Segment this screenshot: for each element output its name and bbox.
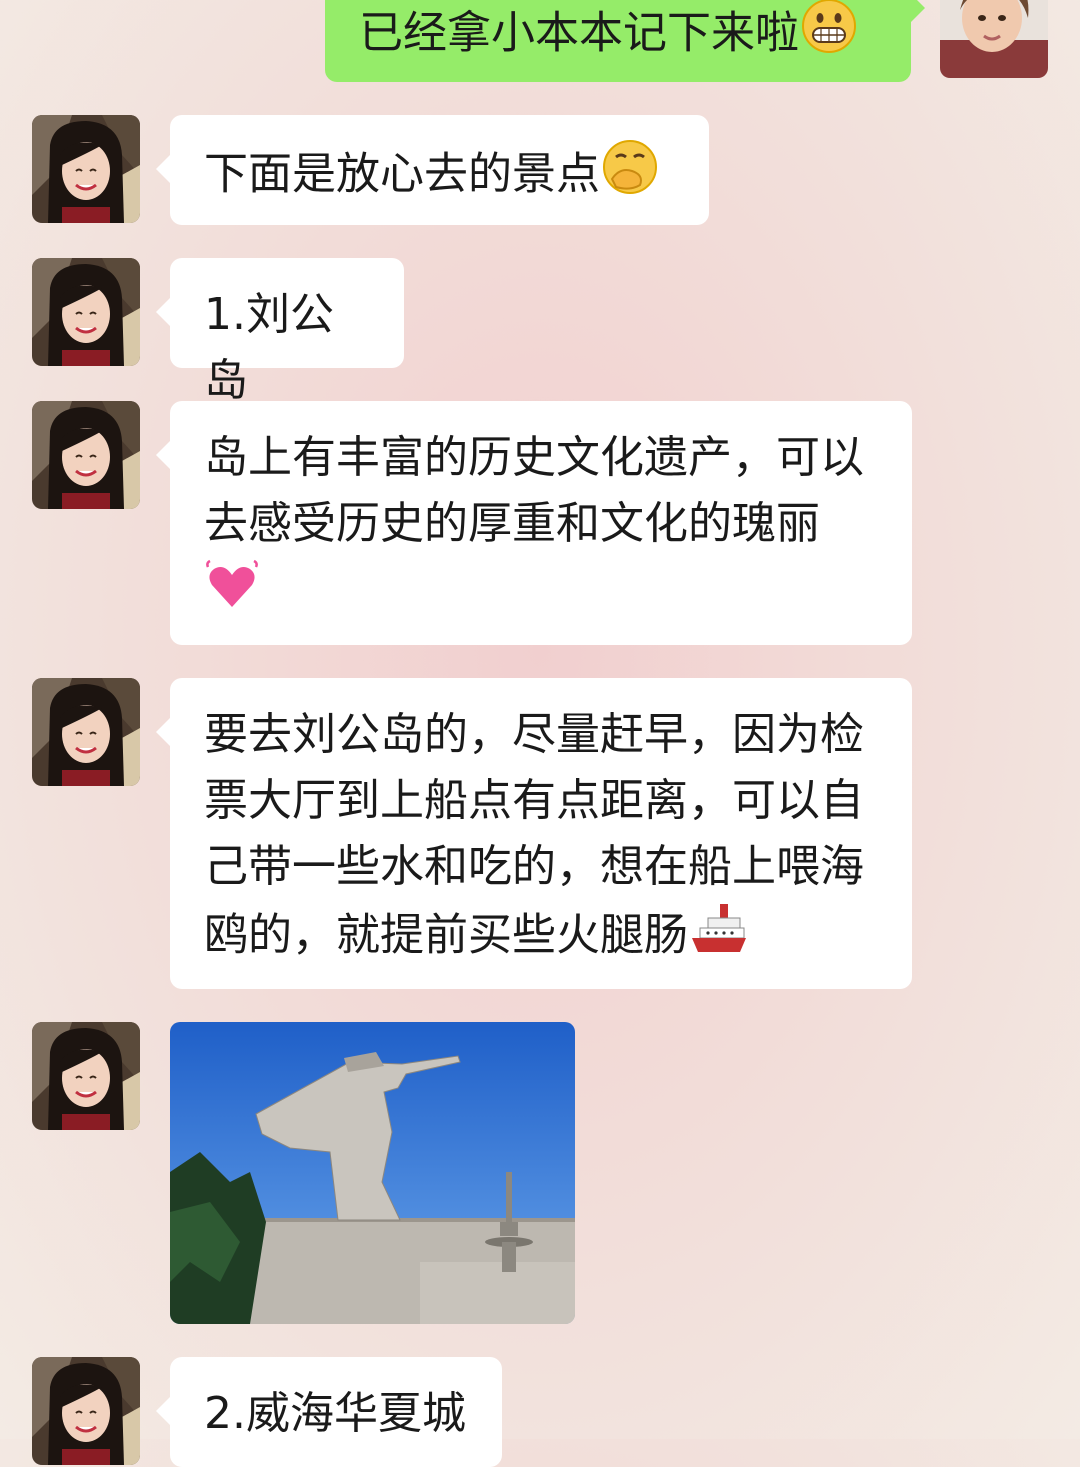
received-message-bubble[interactable]: 岛上有丰富的历史文化遗产，可以去感受历史的厚重和文化的瑰丽 — [156, 401, 912, 645]
received-message-bubble[interactable]: 要去刘公岛的，尽量赶早，因为检票大厅到上船点有点距离，可以自己带一些水和吃的，想… — [156, 678, 912, 989]
beating-heart-icon — [204, 557, 260, 632]
contact-avatar[interactable] — [32, 401, 140, 509]
message-text: 已经拿小本本记下来啦 — [359, 7, 799, 59]
contact-avatar[interactable] — [32, 258, 140, 366]
message-text: 1.刘公岛 — [204, 289, 334, 406]
message-text: 要去刘公岛的，尽量赶早，因为检票大厅到上船点有点距离，可以自己带一些水和吃的，想… — [204, 709, 864, 961]
ship-icon — [690, 900, 746, 975]
sent-message-bubble[interactable]: 已经拿小本本记下来啦 — [325, 0, 925, 82]
received-message-bubble[interactable]: 1.刘公岛 — [156, 258, 404, 406]
my-avatar[interactable] — [940, 0, 1048, 78]
contact-avatar[interactable] — [32, 1022, 140, 1130]
message-text: 岛上有丰富的历史文化遗产，可以去感受历史的厚重和文化的瑰丽 — [204, 432, 864, 549]
received-message-bubble[interactable]: 下面是放心去的景点 — [156, 115, 709, 225]
message-text: 下面是放心去的景点 — [204, 148, 600, 200]
message-text: 2.威海华夏城 — [204, 1388, 466, 1439]
contact-avatar[interactable] — [32, 678, 140, 786]
contact-avatar[interactable] — [32, 115, 140, 223]
grinning-face-icon — [801, 0, 857, 73]
contact-avatar[interactable] — [32, 1357, 140, 1465]
thinking-hand-over-mouth-icon — [602, 139, 658, 214]
statue-photo[interactable] — [170, 1022, 575, 1324]
received-message-bubble[interactable]: 2.威海华夏城 — [156, 1357, 502, 1467]
